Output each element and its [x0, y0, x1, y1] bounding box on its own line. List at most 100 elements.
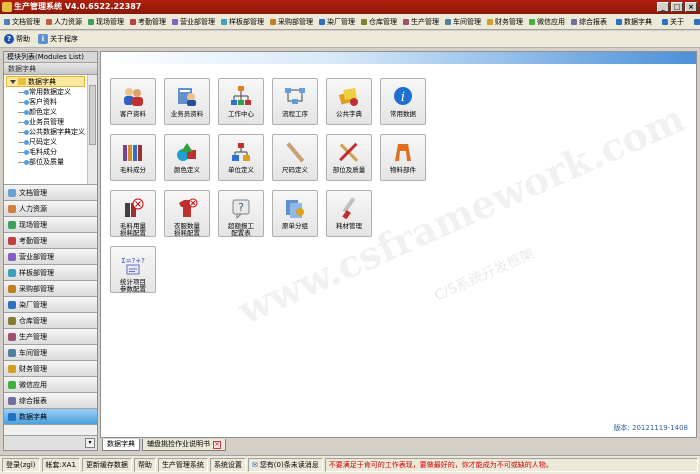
module-nav-item[interactable]: 人力资源	[4, 201, 97, 217]
tile-label: 衣服数量 损耗配置	[174, 222, 200, 237]
menu-icon	[130, 18, 136, 25]
module-tile[interactable]: 公共字典	[326, 78, 372, 125]
module-tile[interactable]: 工作中心	[218, 78, 264, 125]
tree-root[interactable]: 数据字典	[6, 76, 85, 87]
menu-item[interactable]: 人力资源	[44, 15, 86, 29]
tree-item[interactable]: 毛料成分	[4, 147, 97, 157]
module-nav-item[interactable]: 现场管理	[4, 217, 97, 233]
tools-icon	[337, 141, 361, 165]
help-label: 帮助	[16, 35, 30, 43]
module-tile[interactable]: 耗材管理	[326, 190, 372, 237]
module-icon	[8, 236, 16, 245]
expand-icon	[10, 79, 16, 84]
module-nav-item[interactable]: 生产管理	[4, 329, 97, 345]
status-messages[interactable]: ✉ 您有(0)条未读消息	[247, 458, 323, 472]
module-tile[interactable]: i 常用数据	[380, 78, 426, 125]
close-tab-icon[interactable]: ×	[213, 440, 221, 449]
module-icon	[8, 204, 16, 213]
menu-item-right[interactable]: 关于	[657, 15, 689, 29]
menu-icon	[529, 18, 535, 25]
status-system[interactable]: 生产管理系统	[157, 458, 208, 472]
module-tile[interactable]: 流程工序	[272, 78, 318, 125]
refresh-cache-button[interactable]: 更新缓存数据	[81, 458, 132, 472]
module-tile[interactable]: 原单分组	[272, 190, 318, 237]
tree-items: 常用数据定义 客户资料 颜色定义 业务员管理 公共数据字典定义 尺码定义 毛料成分 部位及质量	[4, 87, 97, 167]
watermark-subtitle: C/S系统开发框架	[432, 246, 537, 305]
tree-item[interactable]: 部位及质量	[4, 157, 97, 167]
menu-item[interactable]: 生产管理	[401, 15, 443, 29]
menu-right: 数据字典关于窗口	[611, 15, 700, 29]
menu-item[interactable]: 仓库管理	[359, 15, 401, 29]
module-nav-item[interactable]: 综合报表	[4, 393, 97, 409]
tab-data-dictionary[interactable]: 数据字典	[102, 439, 140, 451]
module-nav-item[interactable]: 微信应用	[4, 377, 97, 393]
module-tile[interactable]: 物料部件	[380, 134, 426, 181]
module-nav-item[interactable]: 仓库管理	[4, 313, 97, 329]
status-help[interactable]: 帮助	[133, 458, 156, 472]
status-motto: 不要满足于肯可的工作表现，要做最好的，你才能成为不可或缺的人物。	[324, 458, 698, 472]
menu-item-right[interactable]: 窗口	[689, 15, 700, 29]
maximize-button[interactable]: □	[671, 2, 683, 12]
menu-item[interactable]: 考勤管理	[128, 15, 170, 29]
module-nav-item[interactable]: 染厂管理	[4, 297, 97, 313]
module-tile[interactable]: 部位及质量	[326, 134, 372, 181]
status-settings[interactable]: 系统设置	[209, 458, 246, 472]
help-button[interactable]: ? 帮助	[4, 34, 30, 44]
tree-item[interactable]: 颜色定义	[4, 107, 97, 117]
minimize-button[interactable]: _	[657, 2, 669, 12]
tree-item[interactable]: 常用数据定义	[4, 87, 97, 97]
about-label: 关于程序	[50, 35, 78, 43]
tree-scrollbar[interactable]	[87, 75, 97, 184]
module-tile[interactable]: Σ=?+? 统计项目 参数配置	[110, 246, 156, 293]
menu-item-right[interactable]: 数据字典	[611, 15, 657, 29]
close-button[interactable]: ×	[685, 2, 697, 12]
module-nav-item[interactable]: 营业部管理	[4, 249, 97, 265]
status-login[interactable]: 登录(zgl)	[2, 458, 40, 472]
tree-node-icon	[18, 89, 29, 95]
module-tile[interactable]: 毛料成分	[110, 134, 156, 181]
module-nav-item[interactable]: 考勤管理	[4, 233, 97, 249]
chevron-down-icon[interactable]: ▾	[85, 438, 95, 448]
module-tile[interactable]: 单位定义	[218, 134, 264, 181]
tree-item[interactable]: 客户资料	[4, 97, 97, 107]
module-tile[interactable]: ? 超额报工 配置表	[218, 190, 264, 237]
module-nav-item[interactable]: 文档管理	[4, 185, 97, 201]
tree-item[interactable]: 公共数据字典定义	[4, 127, 97, 137]
window-controls: _ □ ×	[657, 2, 697, 12]
menu-item[interactable]: 车间管理	[443, 15, 485, 29]
menu-item[interactable]: 微信应用	[527, 15, 569, 29]
menu-item[interactable]: 财务管理	[485, 15, 527, 29]
module-nav-item[interactable]: 数据字典	[4, 409, 97, 425]
module-nav-item[interactable]: 车间管理	[4, 345, 97, 361]
tile-label: 常用数据	[390, 110, 416, 118]
menu-item[interactable]: 文档管理	[2, 15, 44, 29]
tab-instructions[interactable]: 辅盘挑捡作业说明书 ×	[142, 439, 226, 451]
about-button[interactable]: i 关于程序	[38, 34, 78, 44]
module-tile[interactable]: 客户资料	[110, 78, 156, 125]
menu-item[interactable]: 样板部管理	[219, 15, 268, 29]
module-tile[interactable]: 衣服数量 损耗配置	[164, 190, 210, 237]
menu-item[interactable]: 现场管理	[86, 15, 128, 29]
tree-item[interactable]: 业务员管理	[4, 117, 97, 127]
module-tile[interactable]: 业务员资料	[164, 78, 210, 125]
module-tile[interactable]: 尺码定义	[272, 134, 318, 181]
module-nav-item[interactable]: 财务管理	[4, 361, 97, 377]
tree-node-icon	[18, 159, 29, 165]
module-tree: 数据字典 常用数据定义 客户资料 颜色定义 业务员管理 公共数据字典定义 尺码定义 毛料成分…	[4, 75, 97, 185]
module-list-header: 模块列表(Modules List)	[4, 52, 97, 63]
menu-item[interactable]: 采购部管理	[268, 15, 317, 29]
module-tile[interactable]: 颜色定义	[164, 134, 210, 181]
tile-label: 工作中心	[228, 110, 254, 118]
menu-item[interactable]: 综合报表	[569, 15, 611, 29]
menu-icon	[319, 18, 325, 25]
module-nav-item[interactable]: 样板部管理	[4, 265, 97, 281]
menu-item[interactable]: 染厂管理	[317, 15, 359, 29]
scroll-thumb[interactable]	[89, 85, 96, 145]
module-icon	[8, 316, 16, 325]
module-icon	[8, 348, 16, 357]
tree-item[interactable]: 尺码定义	[4, 137, 97, 147]
menu-item[interactable]: 营业部管理	[170, 15, 219, 29]
menu-left: 文档管理 人力资源 现场管理 考勤管理 营业部管理 样板部管理 采购部管理 染厂管理 仓库管理生…	[2, 15, 611, 29]
module-nav-item[interactable]: 采购部管理	[4, 281, 97, 297]
module-tile[interactable]: 毛料用量 损耗配置	[110, 190, 156, 237]
